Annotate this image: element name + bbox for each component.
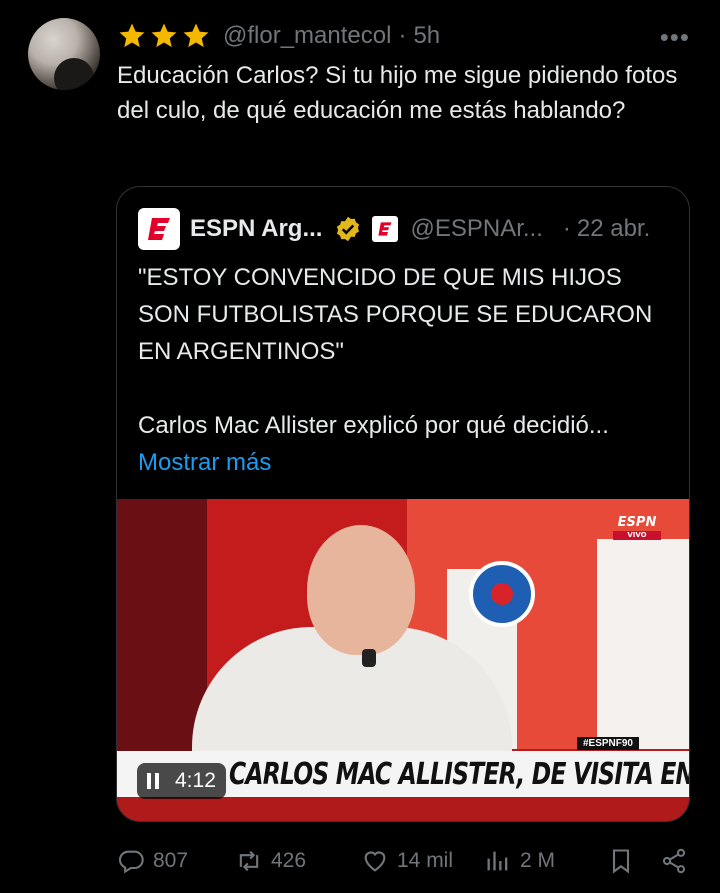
tweet-text: Educación Carlos? Si tu hijo me sigue pi… (117, 62, 678, 124)
espn-logo-icon (148, 218, 170, 240)
quoted-tweet-text: "ESTOY CONVENCIDO DE QUE MIS HIJOS SON F… (138, 259, 673, 481)
affiliate-espn-icon (372, 216, 399, 242)
video-controls[interactable]: 4:12 (137, 763, 226, 799)
share-icon (662, 848, 686, 874)
more-options-icon[interactable]: ••• (660, 22, 690, 53)
avatar[interactable] (28, 18, 100, 90)
quoted-headline: "ESTOY CONVENCIDO DE QUE MIS HIJOS SON F… (138, 264, 653, 365)
espn-live-bug: ESPN VIVO (613, 515, 661, 540)
separator-dot: · (562, 215, 571, 242)
show-more-link[interactable]: Mostrar más (138, 444, 673, 481)
quoted-tweet-date[interactable]: 22 abr. (577, 215, 650, 243)
heart-icon (364, 851, 386, 872)
verified-badge-icon (337, 216, 360, 242)
video-player[interactable]: ESPN VIVO #ESPNF90 CARLOS MAC ALLISTER, … (117, 499, 689, 821)
quoted-author-name[interactable]: ESPN Arg... (190, 215, 322, 243)
author-handle[interactable]: @flor_mantecol (223, 22, 391, 50)
star-emoji-group (117, 21, 211, 51)
bug-brand: ESPN (617, 515, 657, 530)
espn-avatar[interactable] (138, 208, 180, 250)
like-button[interactable]: 14 mil (361, 847, 453, 875)
repost-button[interactable]: 426 (235, 847, 306, 875)
bug-live-label: VIVO (613, 531, 661, 540)
share-button[interactable] (660, 847, 688, 875)
reply-button[interactable]: 807 (117, 847, 188, 875)
views-button[interactable]: 2 M (484, 847, 555, 875)
views-count: 2 M (520, 849, 556, 872)
video-duration: 4:12 (175, 769, 216, 792)
tweet-time[interactable]: 5h (413, 22, 440, 50)
tweet-header: @flor_mantecol · 5h ••• (117, 20, 700, 52)
reply-icon (118, 850, 144, 874)
pause-icon[interactable] (147, 773, 159, 789)
bookmark-icon (612, 849, 630, 874)
quoted-body: Carlos Mac Allister explicó por qué deci… (138, 412, 609, 439)
microphone-icon (362, 649, 376, 667)
separator-dot: · (398, 22, 407, 49)
video-hashtag: #ESPNF90 (576, 737, 639, 750)
lower-third-text: CARLOS MAC ALLISTER, DE VISITA EN F90 (229, 757, 689, 792)
like-count: 14 mil (397, 849, 454, 872)
quoted-tweet-header: ESPN Arg... @ESPNAr... · 22 abr. (138, 207, 669, 251)
quoted-author-handle[interactable]: @ESPNAr... (410, 215, 542, 243)
star-icon (119, 23, 145, 48)
repost-icon (239, 850, 259, 872)
views-icon (487, 851, 508, 871)
star-icon (151, 23, 177, 48)
quoted-tweet-card[interactable]: ESPN Arg... @ESPNAr... · 22 abr. "ESTOY … (116, 186, 690, 822)
star-icon (183, 23, 209, 48)
club-crest (469, 561, 535, 627)
bookmark-button[interactable] (607, 847, 635, 875)
tweet-actions: 807 426 14 mil 2 M (117, 844, 692, 878)
repost-count: 426 (271, 849, 307, 872)
reply-count: 807 (153, 849, 189, 872)
